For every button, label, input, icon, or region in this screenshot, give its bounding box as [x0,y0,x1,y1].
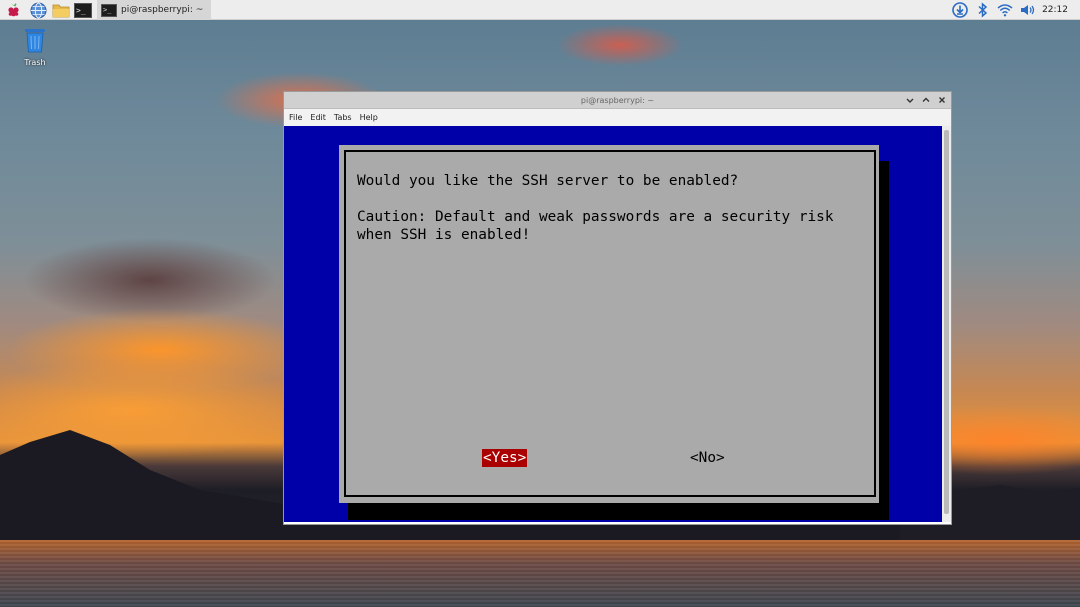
terminal-screen[interactable]: Would you like the SSH server to be enab… [284,126,942,522]
terminal-scrollbar[interactable] [942,126,951,522]
terminal-icon[interactable]: >_ [74,1,92,19]
ssh-dialog: Would you like the SSH server to be enab… [339,145,879,503]
wifi-icon[interactable] [996,1,1014,19]
yes-button[interactable]: <Yes> [482,449,528,467]
scrollbar-thumb[interactable] [944,130,949,514]
menu-help[interactable]: Help [360,113,378,122]
dialog-question: Would you like the SSH server to be enab… [357,173,739,189]
close-icon [939,97,945,103]
menu-file[interactable]: File [289,113,302,122]
desktop-trash[interactable]: Trash [18,27,52,67]
clock[interactable]: 22:12 [1042,0,1068,20]
dialog-message: Would you like the SSH server to be enab… [357,172,867,244]
update-icon[interactable] [951,1,969,19]
bluetooth-icon[interactable] [974,1,992,19]
maximize-button[interactable] [921,95,931,105]
maximize-icon [922,97,930,102]
dialog-caution-line1: Caution: Default and weak passwords are … [357,209,834,225]
menu-edit[interactable]: Edit [310,113,326,122]
minimize-icon [906,98,914,103]
terminal-task-icon: >_ [101,3,117,17]
trash-icon [25,29,45,53]
volume-icon[interactable] [1019,1,1037,19]
minimize-button[interactable] [905,95,915,105]
raspberry-menu-icon[interactable] [4,1,22,19]
trash-label: Trash [24,58,46,67]
web-browser-icon[interactable] [29,1,47,19]
file-manager-icon[interactable] [52,1,70,19]
window-titlebar[interactable]: pi@raspberrypi: ~ [284,92,951,109]
taskbar-task-label: pi@raspberrypi: ~ [121,5,204,15]
no-button[interactable]: <No> [689,449,726,467]
taskbar: >_ >_ pi@raspberrypi: ~ 22:12 [0,0,1080,20]
terminal-window: pi@raspberrypi: ~ File Edit Tabs Help Wo… [284,92,951,524]
dialog-caution-line2: when SSH is enabled! [357,227,531,243]
taskbar-task-terminal[interactable]: >_ pi@raspberrypi: ~ [97,0,211,20]
window-menubar: File Edit Tabs Help [284,109,951,126]
window-title: pi@raspberrypi: ~ [580,96,655,105]
menu-tabs[interactable]: Tabs [334,113,352,122]
lake-reflection [0,540,1080,607]
close-button[interactable] [937,95,947,105]
